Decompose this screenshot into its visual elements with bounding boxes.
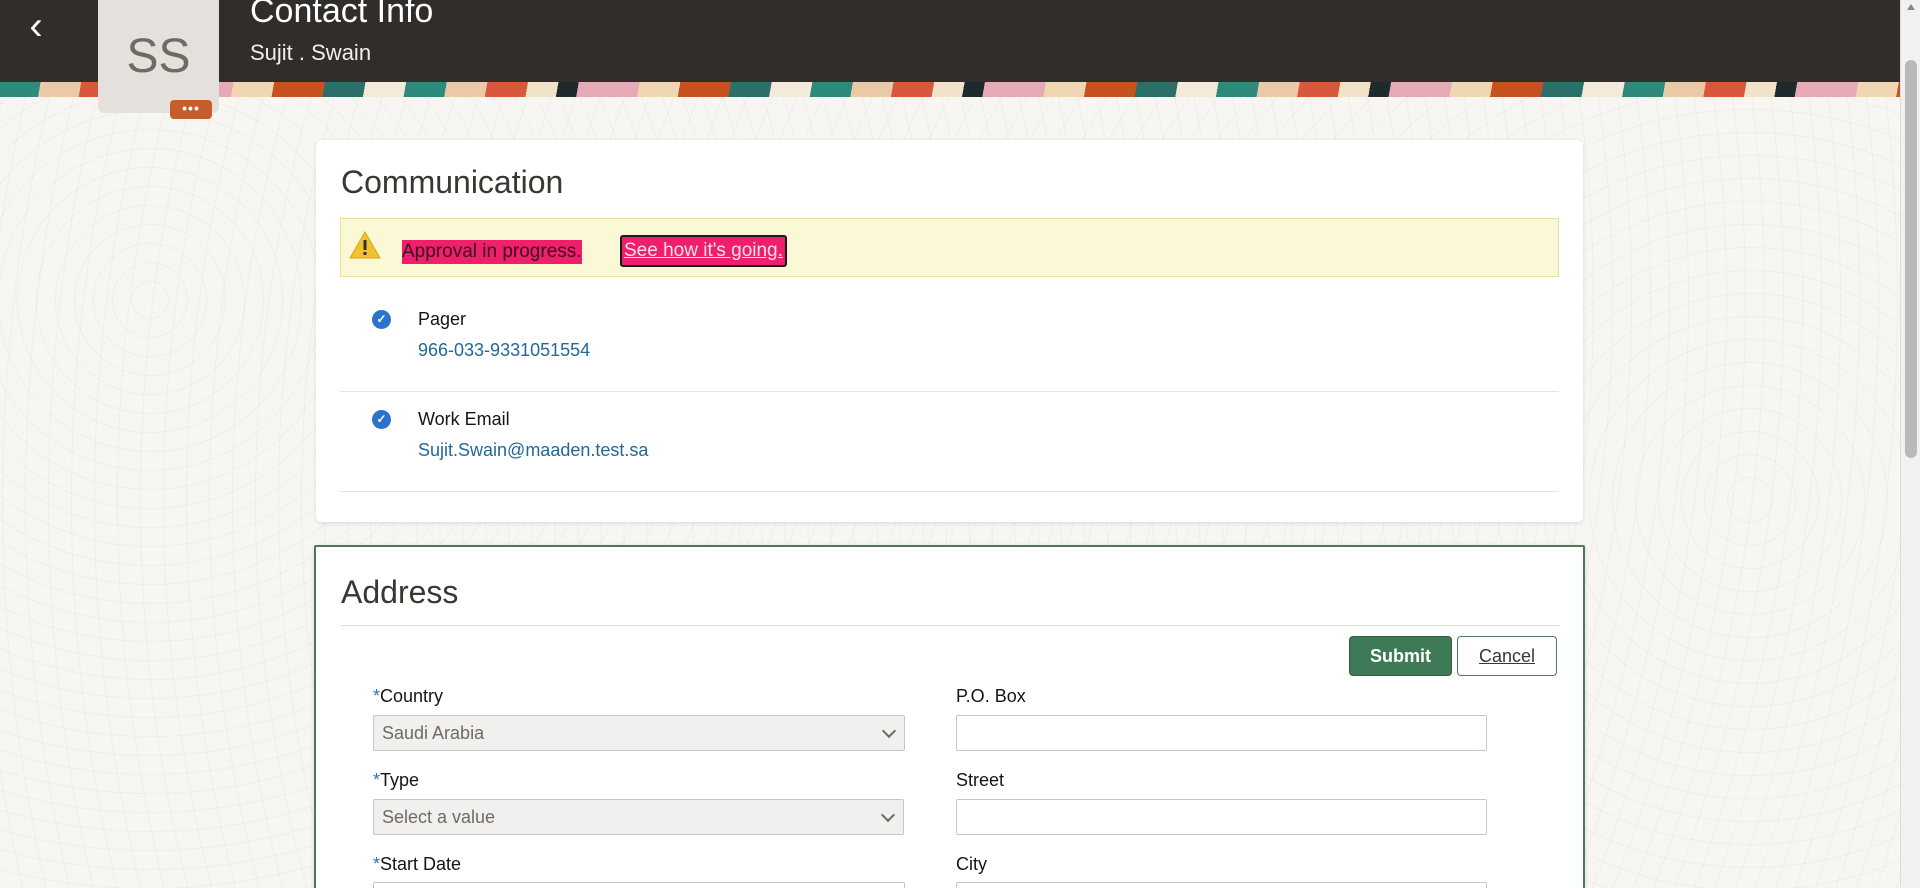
approval-status-link[interactable]: See how it's going. [620,235,787,267]
avatar-more-button[interactable]: ••• [170,100,212,119]
address-title: Address [341,574,459,610]
warning-triangle-icon [349,230,381,259]
check-circle-icon: ✓ [372,310,391,329]
contact-label: Work Email [418,409,510,429]
country-label-text: Country [380,686,444,706]
back-button[interactable]: ‹ [16,6,56,46]
page-header: ‹ Contact Info Sujit . Swain [0,0,1900,82]
street-label: Street [956,770,1005,790]
approval-warning-banner: Approval in progress. See how it's going… [340,218,1559,277]
chevron-down-icon [881,723,897,739]
communication-card: Communication Approval in progress. See … [316,140,1583,522]
approval-status-text: Approval in progress. [402,240,582,264]
chevron-down-icon [880,807,896,823]
start-date-label: *Start Date [373,854,461,875]
more-icon: ••• [182,100,200,116]
check-circle-icon: ✓ [372,410,391,429]
start-date-input[interactable] [373,882,905,888]
street-input[interactable] [956,799,1487,835]
scrollbar-thumb[interactable] [1905,60,1917,458]
country-select[interactable]: Saudi Arabia [373,715,905,751]
type-label: *Type [373,770,419,791]
required-marker: * [373,854,381,874]
country-value: Saudi Arabia [382,723,485,743]
type-select[interactable]: Select a value [373,799,904,835]
cancel-button[interactable]: Cancel [1457,636,1557,676]
po-box-input[interactable] [956,715,1487,751]
type-placeholder: Select a value [382,807,496,827]
divider [341,625,1560,626]
page-title: Contact Info [250,0,434,30]
contact-value-link[interactable]: Sujit.Swain@maaden.test.sa [418,440,648,461]
communication-title: Communication [341,164,564,200]
avatar: SS [98,0,219,113]
contact-value-link[interactable]: 966-033-9331051554 [418,340,590,361]
avatar-initials: SS [126,30,191,83]
vertical-scrollbar[interactable] [1900,0,1920,888]
country-label: *Country [373,686,443,707]
city-input[interactable] [956,882,1487,888]
city-label: City [956,854,987,874]
required-marker: * [373,686,381,706]
start-date-label-text: Start Date [380,854,462,874]
decorative-banner [0,82,1900,97]
type-label-text: Type [380,770,420,790]
contact-item-pager: ✓ Pager 966-033-9331051554 [340,292,1559,392]
address-card: Address Submit Cancel *Country Saudi Ara… [314,545,1585,888]
submit-button[interactable]: Submit [1349,636,1452,676]
contact-item-work-email: ✓ Work Email Sujit.Swain@maaden.test.sa [340,392,1559,492]
po-box-label: P.O. Box [956,686,1026,706]
scroll-up-icon[interactable] [1907,4,1915,10]
contact-label: Pager [418,309,467,329]
person-name: Sujit . Swain [250,40,372,65]
chevron-left-icon: ‹ [29,4,43,48]
required-marker: * [373,770,381,790]
